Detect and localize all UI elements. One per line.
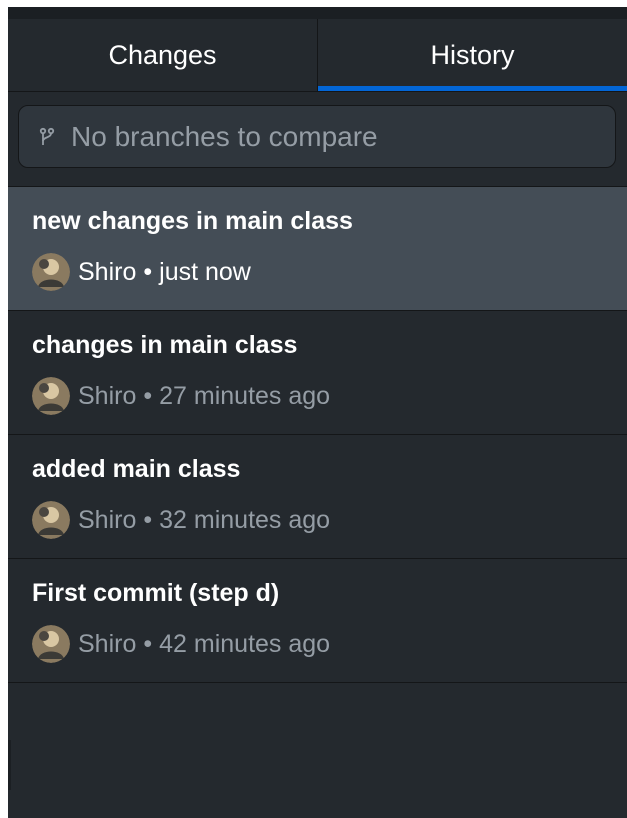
commit-time: 27 minutes ago — [159, 381, 331, 410]
commit-time: just now — [159, 257, 251, 286]
avatar — [32, 253, 70, 291]
tab-changes-label: Changes — [108, 39, 217, 70]
commit-item[interactable]: changes in main class Shiro • 27 minutes… — [8, 311, 627, 435]
empty-list-area — [8, 687, 627, 818]
meta-separator: • — [143, 257, 153, 286]
meta-separator: • — [143, 629, 153, 658]
commit-meta: Shiro • just now — [32, 253, 251, 291]
meta-separator: • — [143, 381, 153, 410]
history-panel: Changes History No branches to compare n… — [8, 7, 627, 818]
compare-branch-placeholder: No branches to compare — [71, 120, 378, 152]
avatar — [32, 625, 70, 663]
git-branch-icon — [39, 127, 55, 145]
commit-list: new changes in main class Shiro • just n… — [8, 187, 627, 683]
commit-title: First commit (step d) — [32, 579, 280, 607]
meta-separator: • — [143, 505, 153, 534]
commit-title: added main class — [32, 455, 241, 483]
commit-item[interactable]: added main class Shiro • 32 minutes ago — [8, 435, 627, 559]
compare-branch-select[interactable]: No branches to compare — [18, 105, 616, 168]
commit-time: 32 minutes ago — [159, 505, 331, 534]
commit-author: Shiro — [78, 629, 137, 658]
commit-meta: Shiro • 32 minutes ago — [32, 501, 330, 539]
commit-author: Shiro — [78, 381, 137, 410]
commit-author: Shiro — [78, 505, 137, 534]
tab-changes[interactable]: Changes — [8, 19, 318, 91]
panel-top-border — [8, 7, 627, 19]
commit-item[interactable]: new changes in main class Shiro • just n… — [8, 187, 627, 311]
commit-author: Shiro — [78, 257, 137, 286]
avatar — [32, 377, 70, 415]
commit-meta: Shiro • 27 minutes ago — [32, 377, 330, 415]
commit-meta: Shiro • 42 minutes ago — [32, 625, 330, 663]
tab-history-label: History — [430, 39, 515, 70]
commit-title: new changes in main class — [32, 207, 353, 235]
window-edge — [8, 740, 11, 790]
commit-time: 42 minutes ago — [159, 629, 331, 658]
commit-title: changes in main class — [32, 331, 298, 359]
commit-item[interactable]: First commit (step d) Shiro • 42 minutes… — [8, 559, 627, 683]
compare-branch-area: No branches to compare — [8, 92, 627, 187]
tab-history[interactable]: History — [318, 19, 627, 91]
avatar — [32, 501, 70, 539]
screenshot-frame: Changes History No branches to compare n… — [0, 0, 627, 818]
tab-bar: Changes History — [8, 19, 627, 92]
